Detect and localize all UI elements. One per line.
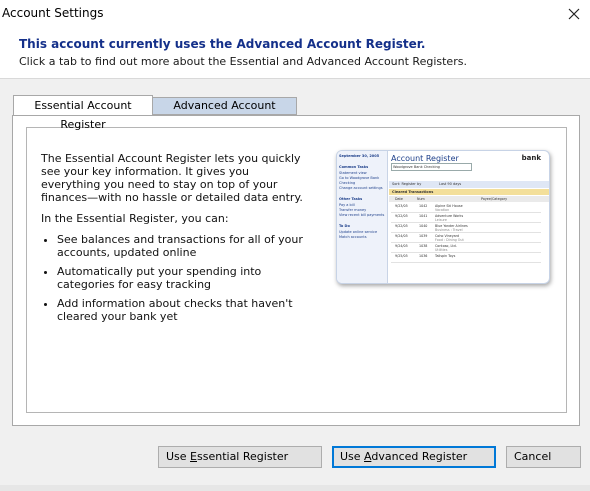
dialog-header: This account currently uses the Advanced… xyxy=(0,28,590,78)
preview-cell: 1036 xyxy=(419,254,428,258)
preview-cell: 9/23/05 xyxy=(395,204,408,208)
preview-cell: 1039 xyxy=(419,234,428,238)
preview-date: September 30, 2005 xyxy=(339,154,380,158)
preview-column-headers: Date Num Payee/Category xyxy=(389,196,549,202)
preview-toolbar: Sort: Register by Last 90 days xyxy=(389,181,549,188)
list-item: Automatically put your spending into cat… xyxy=(57,265,311,291)
preview-cell: Utilities xyxy=(435,248,448,252)
preview-sidebar-item: Go to Woodgrove Bank xyxy=(339,176,380,180)
preview-sidebar: September 30, 2005 Common Tasks Statemen… xyxy=(337,151,388,283)
preview-sidebar-item: To Do xyxy=(339,224,350,228)
feature-lead: In the Essential Register, you can: xyxy=(41,212,229,225)
tab-advanced-register[interactable]: Advanced Account Register xyxy=(153,97,297,128)
preview-cell: 1041 xyxy=(419,214,428,218)
preview-row: 9/23/05 1042 Alpine Ski House Vacation xyxy=(391,203,541,213)
preview-col-num: Num xyxy=(417,197,425,201)
close-icon xyxy=(568,8,580,20)
intro-text: The Essential Account Register lets you … xyxy=(41,152,303,204)
preview-bank-logo: bank xyxy=(521,154,541,162)
preview-row: 9/25/05 1036 Tailspin Toys xyxy=(391,253,541,263)
preview-range: Last 90 days xyxy=(439,182,462,186)
preview-cell: Leisure xyxy=(435,218,447,222)
preview-sidebar-item: Pay a bill xyxy=(339,203,355,207)
list-item: See balances and transactions for all of… xyxy=(57,233,311,259)
preview-account-select: Woodgrove Bank Checking xyxy=(391,163,472,171)
preview-sort: Sort: Register by xyxy=(392,182,422,186)
preview-sidebar-item: Common Tasks xyxy=(339,165,369,169)
preview-cell: 1040 xyxy=(419,224,428,228)
preview-cell: 1038 xyxy=(419,244,428,248)
tab-essential-register[interactable]: Essential Account Register xyxy=(13,95,153,131)
preview-cell: Tailspin Toys xyxy=(435,254,456,258)
description-panel: The Essential Account Register lets you … xyxy=(26,127,567,413)
preview-row: 9/22/05 1041 Adventure Works Leisure xyxy=(391,213,541,223)
cancel-button[interactable]: Cancel xyxy=(506,446,581,468)
preview-cell: 1042 xyxy=(419,204,428,208)
preview-main: Account Register bank Woodgrove Bank Che… xyxy=(389,151,549,283)
preview-cell: Business : Travel xyxy=(435,228,463,232)
tab-panel: The Essential Account Register lets you … xyxy=(12,115,580,426)
status-headline: This account currently uses the Advanced… xyxy=(19,37,426,51)
feature-list: See balances and transactions for all of… xyxy=(41,233,311,323)
preview-section-header: Cleared Transactions xyxy=(389,189,549,195)
use-advanced-register-button[interactable]: Use Advanced Register xyxy=(332,446,496,468)
button-label: Use xyxy=(340,450,365,463)
preview-row: 9/24/05 1038 Contoso, Ltd. Utilities xyxy=(391,243,541,253)
preview-title: Account Register xyxy=(391,154,459,163)
instruction-text: Click a tab to find out more about the E… xyxy=(19,55,467,68)
preview-col-payee: Payee/Category xyxy=(481,197,508,201)
preview-sidebar-item: Change account settings xyxy=(339,186,383,190)
preview-sidebar-item: View recent bill payments xyxy=(339,213,385,217)
preview-row: 9/22/05 1040 Blue Yonder Airlines Busine… xyxy=(391,223,541,233)
register-description: The Essential Account Register lets you … xyxy=(41,152,311,329)
window-bottom-edge xyxy=(0,485,590,491)
preview-sidebar-item: Statement view xyxy=(339,171,367,175)
button-label: ssential Register xyxy=(197,450,289,463)
button-label: Use xyxy=(166,450,191,463)
title-bar: Account Settings xyxy=(0,0,590,28)
preview-cell: 9/22/05 xyxy=(395,224,408,228)
close-button[interactable] xyxy=(558,0,590,28)
window-title: Account Settings xyxy=(2,6,104,20)
list-item: Add information about checks that haven'… xyxy=(57,297,311,323)
preview-cell: 9/22/05 xyxy=(395,214,408,218)
preview-sidebar-item: Transfer money xyxy=(339,208,367,212)
preview-cell: 9/24/05 xyxy=(395,234,408,238)
preview-cell: Food : Dining Out xyxy=(435,238,464,242)
preview-sidebar-item: Other Tasks xyxy=(339,197,363,201)
button-label: dvanced Register xyxy=(371,450,468,463)
preview-cell: 9/24/05 xyxy=(395,244,408,248)
preview-cell: Vacation xyxy=(435,208,450,212)
preview-sidebar-item: Checking xyxy=(339,181,356,185)
preview-sidebar-item: Update online service xyxy=(339,230,378,234)
use-essential-register-button[interactable]: Use Essential Register xyxy=(158,446,322,468)
preview-cell: 9/25/05 xyxy=(395,254,408,258)
preview-sidebar-item: Match accounts xyxy=(339,235,367,239)
preview-col-date: Date xyxy=(395,197,403,201)
preview-row: 9/24/05 1039 Coho Vineyard Food : Dining… xyxy=(391,233,541,243)
register-preview-image: September 30, 2005 Common Tasks Statemen… xyxy=(336,150,550,284)
mnemonic: E xyxy=(190,450,197,463)
